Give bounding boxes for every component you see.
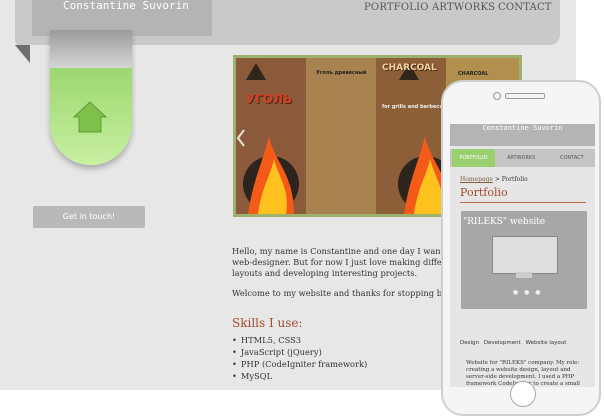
skill-item: HTML5, CSS3 [232, 334, 367, 346]
mobile-screen: Constantine Suvorin PORTFOLIO ARTWORKS C… [450, 124, 595, 387]
skill-item: MySQL [232, 370, 367, 382]
project-title: "RILEKS" website [463, 217, 546, 227]
mobile-phone-frame: Constantine Suvorin PORTFOLIO ARTWORKS C… [441, 80, 601, 416]
breadcrumb-separator: > [492, 176, 502, 183]
slide-small-left: Уголь древесный [316, 70, 367, 76]
slide-small-right: CHARCOAL [458, 71, 489, 77]
mobile-nav-contact[interactable]: CONTACT [560, 149, 584, 167]
home-tab[interactable] [50, 30, 132, 165]
get-in-touch-button[interactable]: Get in touch! [33, 206, 145, 228]
slide-caption-right: for grills and barbecue [382, 104, 447, 110]
site-name: Constantine Suvorin [63, 0, 189, 12]
camera-icon [493, 92, 501, 100]
speaker-icon [505, 93, 545, 99]
carousel-dots[interactable]: ● ● ● [513, 289, 543, 296]
monitor-stand [516, 272, 532, 278]
nav-contact[interactable]: CONTACT [498, 2, 552, 13]
ribbon-fold [15, 45, 30, 63]
nav-portfolio[interactable]: PORTFOLIO [364, 2, 429, 13]
mobile-nav: PORTFOLIO ARTWORKS CONTACT [450, 149, 595, 167]
skills-title: Skills I use: [232, 316, 303, 330]
mobile-page-title: Portfolio [460, 186, 508, 199]
project-screenshot [492, 236, 558, 274]
slide-heading-right: CHARCOAL [382, 63, 437, 73]
tab-development[interactable]: Development [484, 340, 521, 346]
tab-design[interactable]: Design [460, 340, 479, 346]
title-divider [460, 202, 586, 203]
project-tabs: Design Development Website layout [460, 340, 590, 346]
breadcrumb-current: Portfolio [501, 176, 528, 183]
skill-item: JavaScript (jQuery) [232, 346, 367, 358]
tab-website-layout[interactable]: Website layout [526, 340, 567, 346]
project-card[interactable]: "RILEKS" website ● ● ● [461, 211, 587, 309]
welcome-text: Hello, my name is Constantine and one da… [232, 246, 468, 278]
skills-list: HTML5, CSS3 JavaScript (jQuery) PHP (Cod… [232, 334, 367, 382]
skill-item: PHP (CodeIgniter framework) [232, 358, 367, 370]
slide-heading-left: УГОЛЬ [246, 92, 293, 106]
breadcrumb-home-link[interactable]: Homepage [460, 176, 493, 183]
phone-home-button [510, 381, 536, 407]
breadcrumb: Homepage > Portfolio [460, 176, 528, 183]
mobile-site-name: Constantine Suvorin [482, 124, 563, 132]
nav-artworks[interactable]: ARTWORKS [432, 2, 495, 13]
mobile-header: Constantine Suvorin [450, 124, 595, 146]
mobile-nav-artworks[interactable]: ARTWORKS [507, 149, 535, 167]
welcome-note: Welcome to my website and thanks for sto… [232, 288, 451, 298]
mobile-nav-portfolio[interactable]: PORTFOLIO [452, 149, 495, 167]
home-icon [72, 101, 108, 133]
